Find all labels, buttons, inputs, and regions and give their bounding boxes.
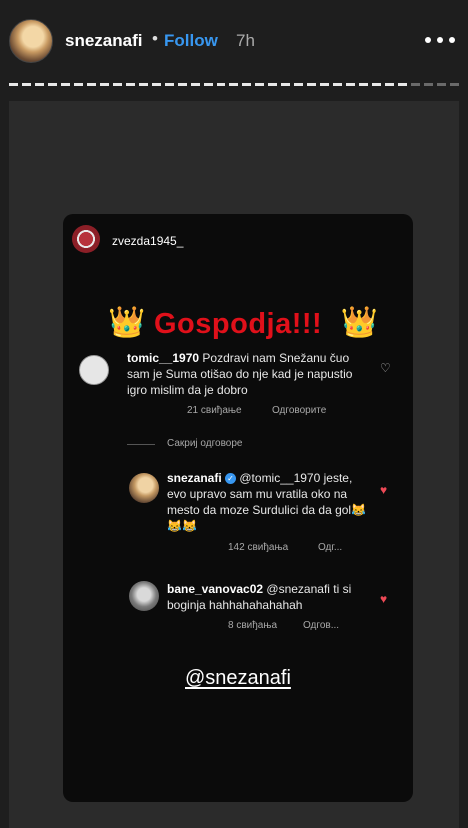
- like-heart-icon[interactable]: ♡: [380, 361, 391, 375]
- progress-segment: [424, 83, 433, 86]
- comment-likes: 21 свиђање: [187, 405, 242, 416]
- comment-avatar: [79, 355, 109, 385]
- progress-segment: [436, 83, 446, 86]
- progress-segment: [281, 83, 291, 86]
- profile-username[interactable]: snezanafi: [65, 31, 142, 51]
- verified-badge-icon: ✓: [225, 473, 237, 485]
- progress-segment: [411, 83, 420, 86]
- more-options-icon[interactable]: [420, 24, 460, 54]
- progress-segment: [73, 83, 83, 86]
- progress-segment: [346, 83, 356, 86]
- progress-segment: [164, 83, 174, 86]
- progress-segment: [320, 83, 330, 86]
- progress-segment: [9, 83, 18, 86]
- progress-segment: [307, 83, 317, 86]
- reply-link: Одг...: [318, 542, 343, 553]
- progress-segment: [385, 83, 395, 86]
- progress-segment: [359, 83, 369, 86]
- card-account-avatar: [72, 225, 100, 253]
- banner-text: Gospodja!!!: [154, 308, 323, 340]
- hide-replies-link: Сакриј одговоре: [167, 438, 243, 449]
- progress-segment: [151, 83, 161, 86]
- divider: [127, 444, 155, 445]
- reply-link: Одговорите: [272, 405, 327, 416]
- comment-text: snezanafi ✓ @tomic__1970 jeste, evo upra…: [167, 470, 372, 534]
- progress-segment: [21, 83, 31, 86]
- profile-avatar[interactable]: [9, 19, 53, 63]
- banner-sticker: 👑 Gospodja!!! 👑: [108, 306, 378, 346]
- mention-sticker[interactable]: @snezanafi: [185, 667, 291, 690]
- story-header: snezanafi • Follow 7h: [0, 0, 468, 80]
- progress-segment: [203, 83, 213, 86]
- comment-text: tomic__1970 Pozdravi nam Snežanu čuo sam…: [127, 350, 372, 398]
- card-account-username: zvezda1945_: [112, 234, 184, 248]
- progress-segment: [333, 83, 343, 86]
- crown-icon: 👑: [340, 306, 378, 339]
- progress-segment: [99, 83, 109, 86]
- progress-segment: [34, 83, 44, 86]
- progress-segment: [449, 83, 459, 86]
- progress-segment: [268, 83, 278, 86]
- progress-segment: [229, 83, 239, 86]
- post-time: 7h: [236, 31, 255, 50]
- progress-segment: [242, 83, 252, 86]
- progress-segment: [372, 83, 382, 86]
- progress-segment: [112, 83, 122, 86]
- progress-segment: [294, 83, 304, 86]
- liked-heart-icon[interactable]: ♥: [380, 592, 387, 606]
- progress-segment: [398, 83, 408, 86]
- progress-segment: [86, 83, 96, 86]
- comment-likes: 142 свиђања: [228, 542, 289, 553]
- story-progress-bar: [9, 83, 459, 86]
- comment-username: bane_vanovac02: [167, 582, 264, 596]
- progress-segment: [60, 83, 70, 86]
- liked-heart-icon[interactable]: ♥: [380, 483, 387, 497]
- progress-segment: [138, 83, 148, 86]
- progress-segment: [177, 83, 187, 86]
- progress-segment: [190, 83, 200, 86]
- progress-segment: [125, 83, 135, 86]
- separator-dot: •: [152, 29, 158, 48]
- reply-link: Одгов...: [303, 620, 340, 631]
- progress-segment: [216, 83, 226, 86]
- progress-segment: [255, 83, 265, 86]
- comment-avatar: [129, 473, 159, 503]
- comment-likes: 8 свиђања: [228, 620, 278, 631]
- comment-text: bane_vanovac02 @snezanafi ti si boginja …: [167, 581, 372, 613]
- progress-segment: [47, 83, 57, 86]
- comment-avatar: [129, 581, 159, 611]
- follow-button[interactable]: Follow: [164, 31, 218, 51]
- comment-username: snezanafi: [167, 471, 222, 485]
- crown-icon: 👑: [108, 306, 146, 339]
- comment-username: tomic__1970: [127, 351, 200, 365]
